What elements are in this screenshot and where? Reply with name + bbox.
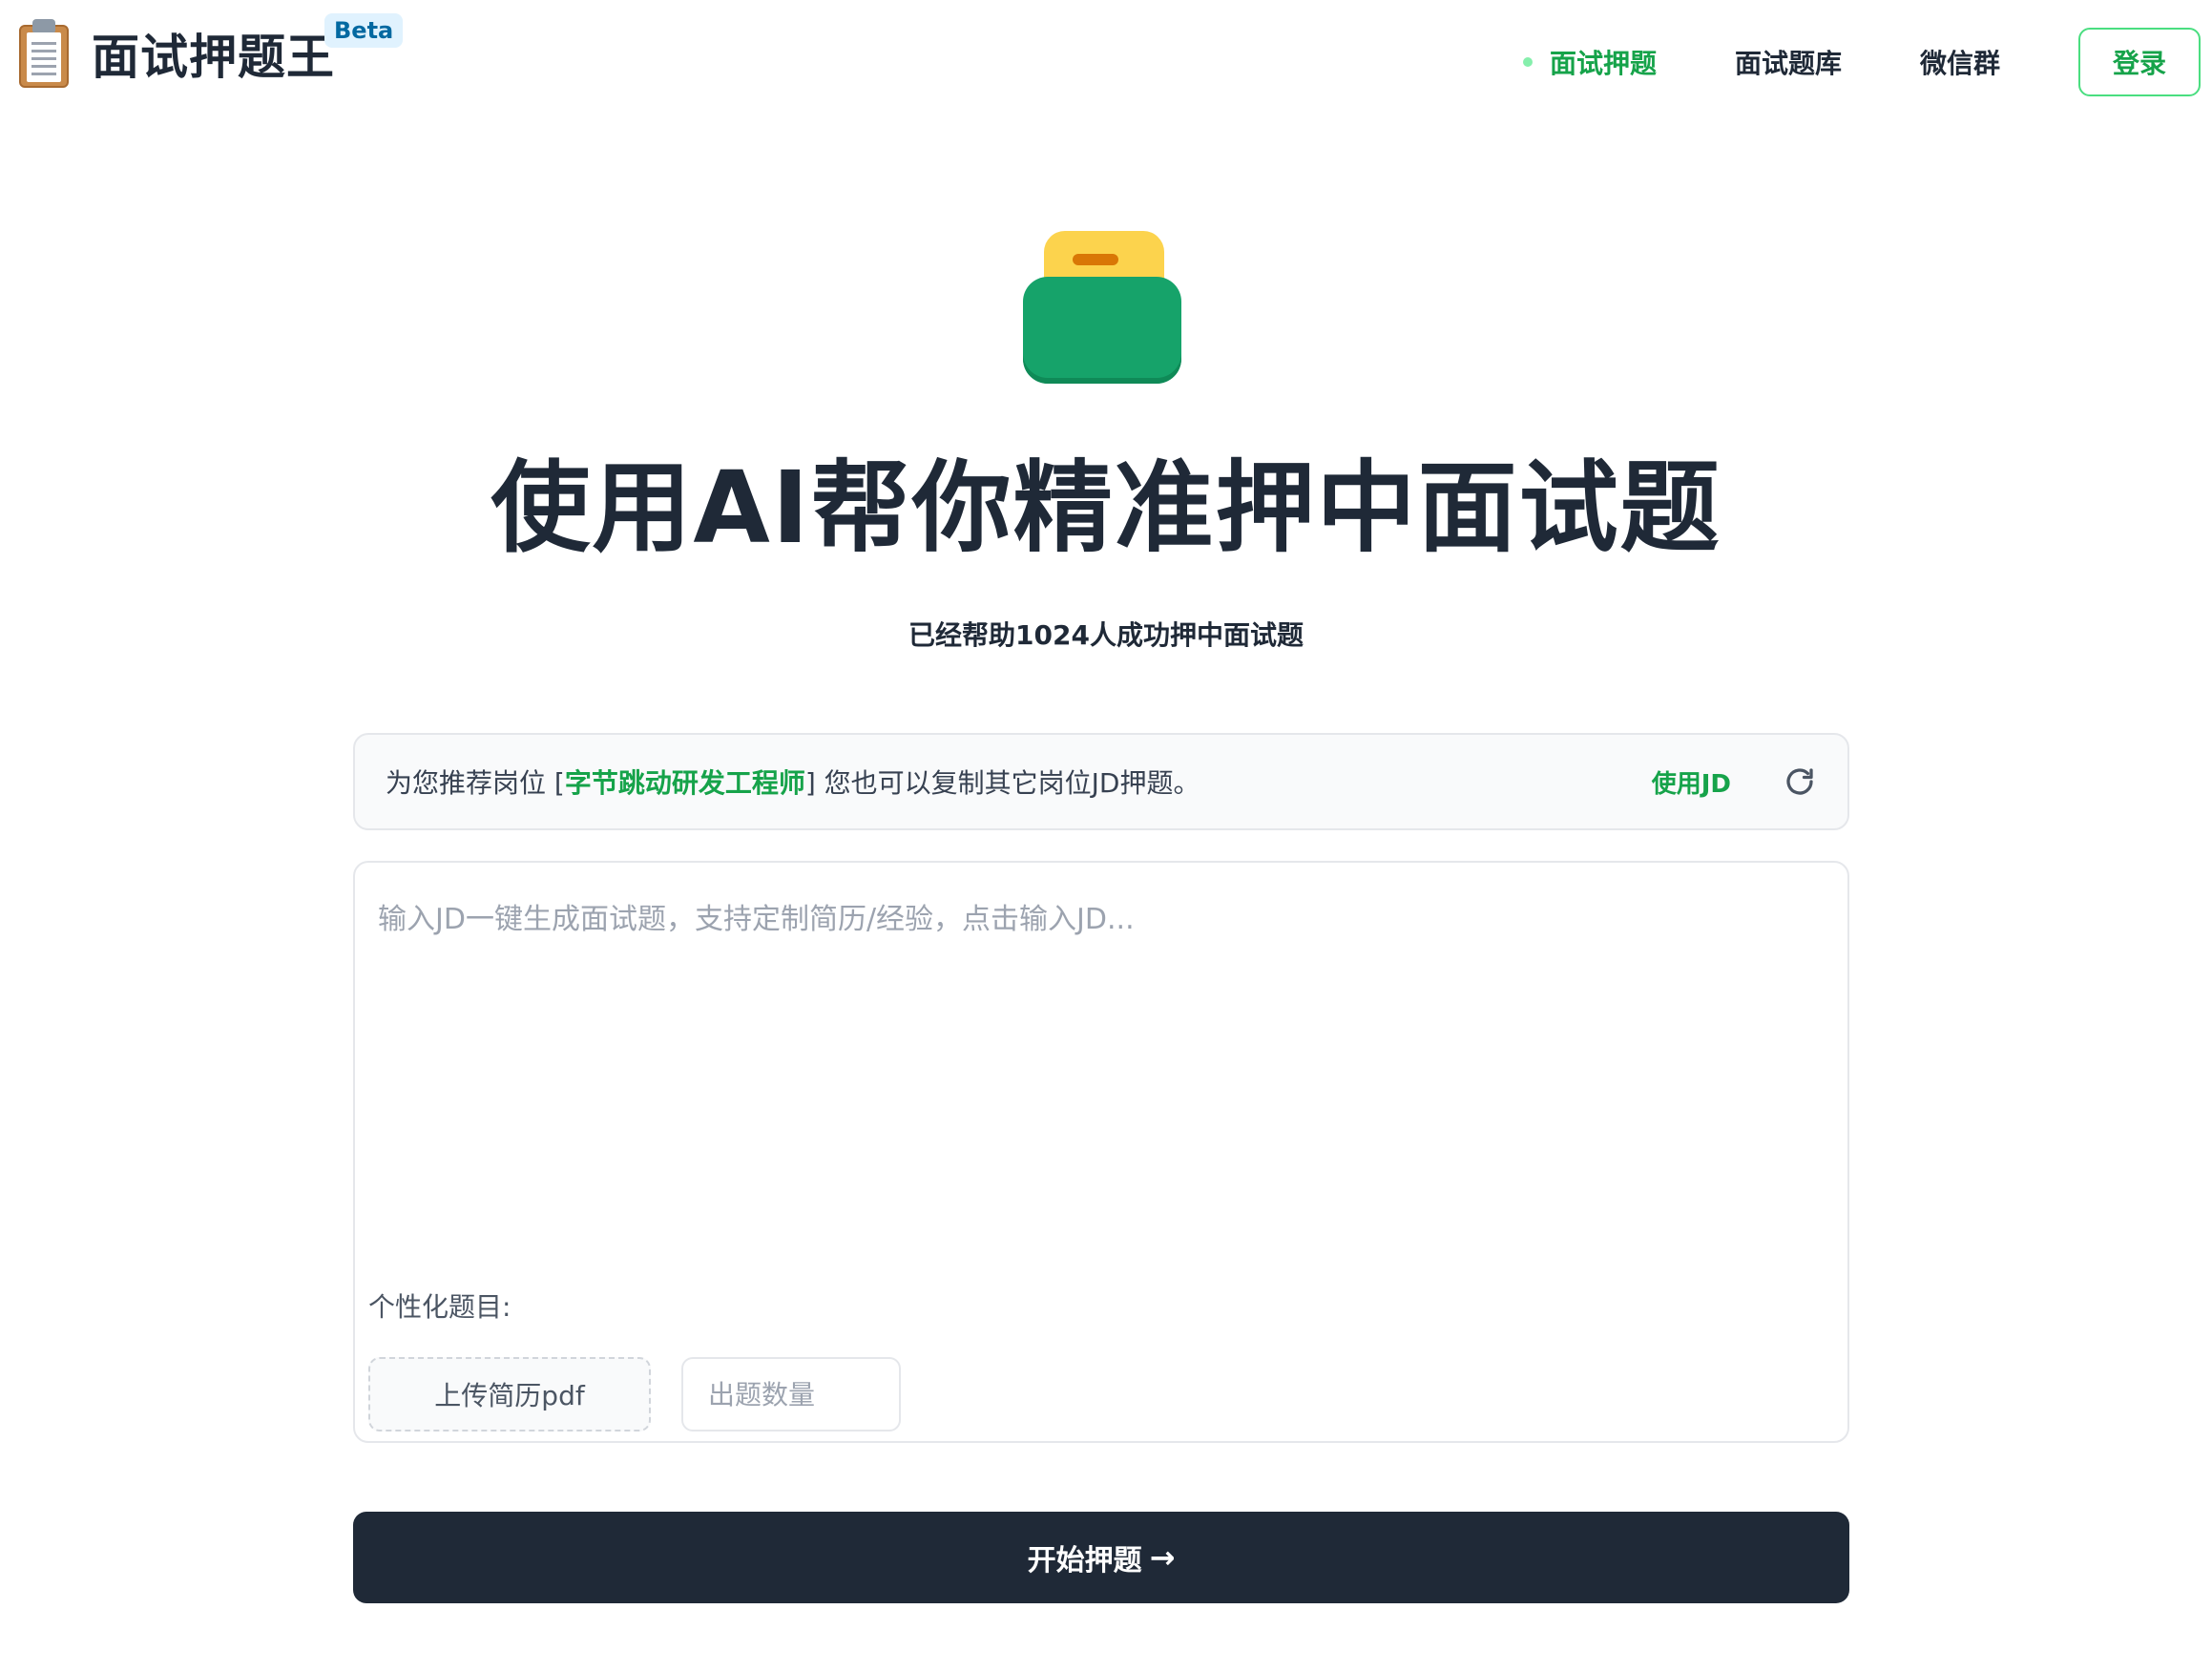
- logo-text: 面试押题王: [92, 30, 335, 85]
- arrow-right-icon: →: [1149, 1539, 1176, 1576]
- page: 面试押题王 Beta 面试押题 面试题库 微信群 登录 使用AI帮你精准押中面试…: [0, 0, 2212, 1672]
- start-button-label: 开始押题: [1027, 1544, 1142, 1578]
- recommend-job-link[interactable]: 字节跳动研发工程师: [565, 767, 805, 799]
- nav-item-interview-predict[interactable]: 面试押题: [1522, 43, 1657, 81]
- envelope-icon: [1019, 227, 1181, 386]
- recommend-prefix: 为您推荐岗位 [: [386, 767, 565, 799]
- nav-item-question-bank[interactable]: 面试题库: [1735, 43, 1842, 81]
- login-button[interactable]: 登录: [2078, 28, 2201, 96]
- upload-resume-button[interactable]: 上传简历pdf: [368, 1357, 651, 1432]
- jd-input-card: 个性化题目: 上传简历pdf: [353, 861, 1849, 1443]
- header: 面试押题王 Beta 面试押题 面试题库 微信群 登录: [0, 0, 2212, 124]
- clipboard-icon: [15, 17, 73, 90]
- start-predict-button[interactable]: 开始押题 →: [353, 1512, 1849, 1603]
- personalize-label: 个性化题目:: [368, 1291, 511, 1323]
- recommend-bar: 为您推荐岗位 [字节跳动研发工程师] 您也可以复制其它岗位JD押题。 使用JD: [353, 733, 1849, 830]
- top-nav: 面试押题 面试题库 微信群 登录: [1522, 27, 2212, 97]
- jd-textarea[interactable]: [378, 895, 1809, 1258]
- question-count-input[interactable]: [681, 1357, 901, 1432]
- nav-item-wechat-group[interactable]: 微信群: [1920, 43, 2000, 81]
- nav-item-label: 微信群: [1919, 48, 2000, 79]
- active-dot-icon: [1522, 57, 1533, 67]
- recommend-text: 为您推荐岗位 [字节跳动研发工程师] 您也可以复制其它岗位JD押题。: [386, 763, 1652, 801]
- page-title: 使用AI帮你精准押中面试题: [490, 449, 1722, 566]
- nav-item-label: 面试押题: [1549, 48, 1657, 79]
- recommend-suffix: ] 您也可以复制其它岗位JD押题。: [804, 767, 1200, 799]
- beta-badge: Beta: [324, 13, 404, 48]
- refresh-icon[interactable]: [1783, 764, 1817, 799]
- nav-item-label: 面试题库: [1734, 48, 1842, 79]
- use-jd-button[interactable]: 使用JD: [1652, 764, 1731, 800]
- logo[interactable]: 面试押题王: [15, 17, 335, 90]
- page-subtitle: 已经帮助1024人成功押中面试题: [908, 619, 1304, 651]
